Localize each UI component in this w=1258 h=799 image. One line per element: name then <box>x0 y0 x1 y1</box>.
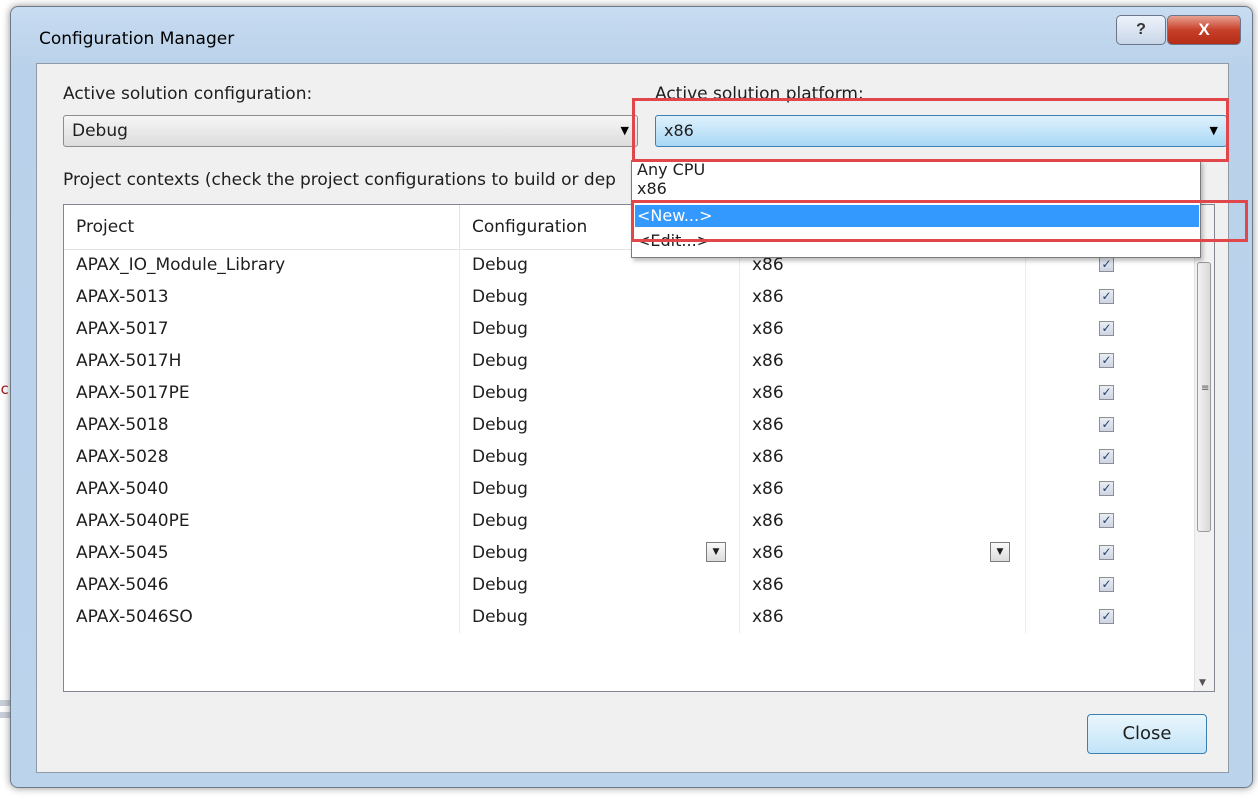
project-name-cell: APAX-5013 <box>64 281 460 313</box>
chevron-down-icon: ▼ <box>620 124 629 137</box>
dropdown-item-new[interactable]: <New...> <box>635 205 1199 227</box>
configuration-cell[interactable]: Debug <box>460 505 740 537</box>
platform-cell[interactable]: x86 <box>740 313 1026 345</box>
platform-cell[interactable]: x86 <box>740 473 1026 505</box>
project-name-cell: APAX-5028 <box>64 441 460 473</box>
project-contexts-grid: Project Configuration APAX_IO_Module_Lib… <box>63 204 1215 692</box>
build-checkbox[interactable]: ✓ <box>1099 417 1114 432</box>
platform-cell[interactable]: x86 <box>740 505 1026 537</box>
help-icon: ? <box>1136 21 1146 38</box>
table-row[interactable]: APAX-5045 Debug x86 ▼ ▼ ✓ <box>64 537 1196 569</box>
table-row[interactable]: APAX-5018 Debug x86 ✓ <box>64 409 1196 441</box>
platform-cell[interactable]: x86 <box>740 441 1026 473</box>
configuration-cell[interactable]: Debug <box>460 441 740 473</box>
build-checkbox[interactable]: ✓ <box>1099 609 1114 624</box>
build-checkbox[interactable]: ✓ <box>1099 257 1114 272</box>
project-name-cell: APAX-5017PE <box>64 377 460 409</box>
configuration-cell[interactable]: Debug <box>460 537 740 569</box>
close-icon: X <box>1198 20 1210 39</box>
build-checkbox[interactable]: ✓ <box>1099 353 1114 368</box>
project-name-cell: APAX-5018 <box>64 409 460 441</box>
active-config-combo[interactable]: Debug ▼ <box>63 115 638 147</box>
build-checkbox[interactable]: ✓ <box>1099 577 1114 592</box>
build-checkbox[interactable]: ✓ <box>1099 481 1114 496</box>
platform-cell[interactable]: x86 <box>740 409 1026 441</box>
table-row[interactable]: APAX-5046 Debug x86 ✓ <box>64 569 1196 601</box>
active-platform-combo[interactable]: x86 ▼ <box>655 115 1227 147</box>
build-checkbox[interactable]: ✓ <box>1099 289 1114 304</box>
project-name-cell: APAX_IO_Module_Library <box>64 249 460 281</box>
platform-cell[interactable]: x86 <box>740 377 1026 409</box>
configuration-cell[interactable]: Debug <box>460 601 740 633</box>
table-row[interactable]: APAX-5017H Debug x86 ✓ <box>64 345 1196 377</box>
table-row[interactable]: APAX-5040 Debug x86 ✓ <box>64 473 1196 505</box>
build-checkbox[interactable]: ✓ <box>1099 321 1114 336</box>
platform-cell[interactable]: x86 <box>740 345 1026 377</box>
project-name-cell: APAX-5046 <box>64 569 460 601</box>
configuration-cell[interactable]: Debug <box>460 409 740 441</box>
dropdown-item-x86[interactable]: x86 <box>635 178 1199 200</box>
table-row[interactable]: APAX-5017PE Debug x86 ✓ <box>64 377 1196 409</box>
table-row[interactable]: APAX-5017 Debug x86 ✓ <box>64 313 1196 345</box>
configuration-cell[interactable]: Debug <box>460 377 740 409</box>
close-button[interactable]: Close <box>1087 714 1207 754</box>
table-row[interactable]: APAX-5046SO Debug x86 ✓ <box>64 601 1196 633</box>
build-checkbox[interactable]: ✓ <box>1099 545 1114 560</box>
configuration-cell[interactable]: Debug <box>460 473 740 505</box>
build-checkbox[interactable]: ✓ <box>1099 385 1114 400</box>
configuration-cell[interactable]: Debug <box>460 345 740 377</box>
active-config-value: Debug <box>72 121 128 141</box>
configuration-cell[interactable]: Debug <box>460 569 740 601</box>
project-name-cell: APAX-5017 <box>64 313 460 345</box>
active-config-label: Active solution configuration: <box>63 84 313 104</box>
active-platform-value: x86 <box>664 121 694 140</box>
project-name-cell: APAX-5017H <box>64 345 460 377</box>
platform-cell[interactable]: x86 <box>740 537 1026 569</box>
project-name-cell: APAX-5040PE <box>64 505 460 537</box>
table-row[interactable]: APAX-5040PE Debug x86 ✓ <box>64 505 1196 537</box>
platform-dropdown-list: Any CPU x86 <New...> <Edit...> <box>631 160 1201 258</box>
platform-cell[interactable]: x86 <box>740 569 1026 601</box>
project-name-cell: APAX-5046SO <box>64 601 460 633</box>
chevron-down-icon: ▼ <box>1209 124 1218 137</box>
configuration-dropdown-button[interactable]: ▼ <box>706 542 726 562</box>
help-button[interactable]: ? <box>1116 15 1166 45</box>
vertical-scrollbar[interactable]: ≡ ▼ <box>1194 205 1214 691</box>
project-name-cell: APAX-5040 <box>64 473 460 505</box>
active-platform-label: Active solution platform: <box>655 84 864 104</box>
platform-dropdown-button[interactable]: ▼ <box>990 542 1010 562</box>
build-checkbox[interactable]: ✓ <box>1099 449 1114 464</box>
table-row[interactable]: APAX-5028 Debug x86 ✓ <box>64 441 1196 473</box>
platform-cell[interactable]: x86 <box>740 281 1026 313</box>
column-header-project[interactable]: Project <box>64 205 460 249</box>
window-close-button[interactable]: X <box>1167 15 1241 45</box>
project-name-cell: APAX-5045 <box>64 537 460 569</box>
project-contexts-label: Project contexts (check the project conf… <box>63 170 616 190</box>
configuration-cell[interactable]: Debug <box>460 281 740 313</box>
scrollbar-thumb[interactable]: ≡ <box>1197 262 1211 532</box>
build-checkbox[interactable]: ✓ <box>1099 513 1114 528</box>
platform-cell[interactable]: x86 <box>740 601 1026 633</box>
table-row[interactable]: APAX-5013 Debug x86 ✓ <box>64 281 1196 313</box>
dialog-title: Configuration Manager <box>39 29 235 49</box>
configuration-manager-dialog: Configuration Manager ? X Active solutio… <box>10 6 1253 788</box>
configuration-cell[interactable]: Debug <box>460 313 740 345</box>
dropdown-item-edit[interactable]: <Edit...> <box>635 230 1199 252</box>
scroll-down-icon[interactable]: ▼ <box>1199 678 1206 688</box>
